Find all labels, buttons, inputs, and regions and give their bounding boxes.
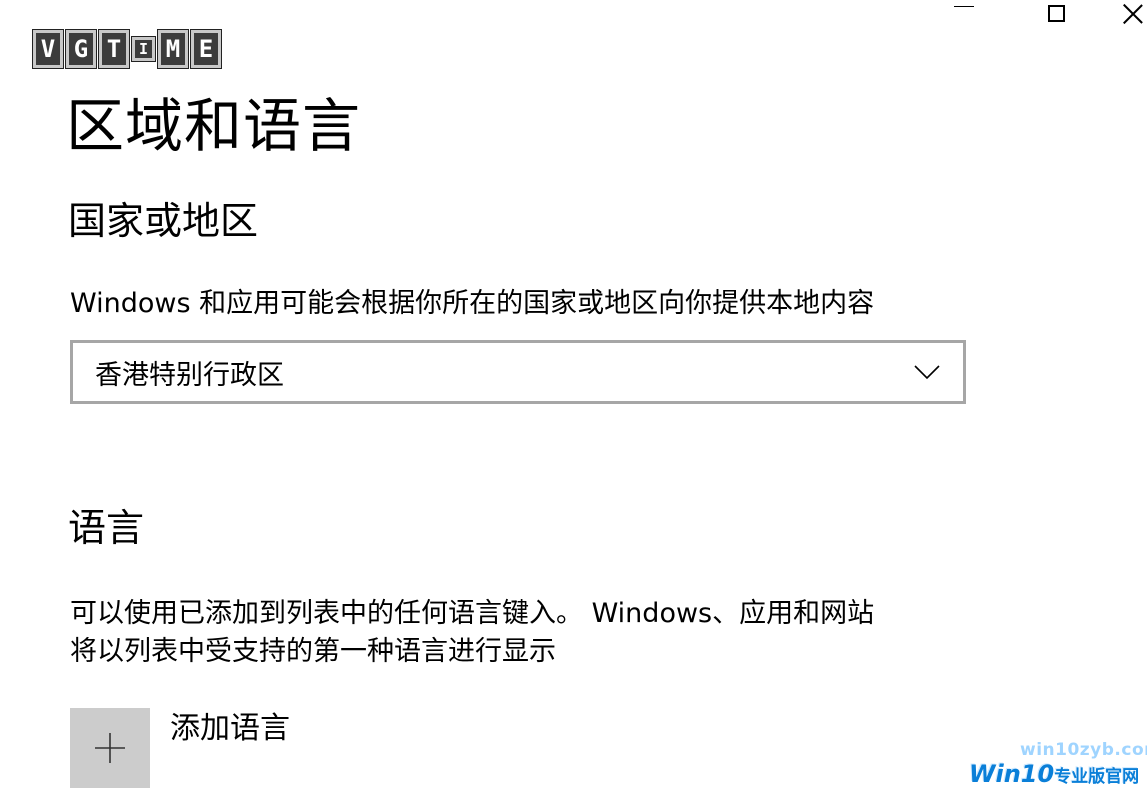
watermark-brand-suffix: 专业版官网 [1054,767,1140,787]
page-title: 区域和语言 [66,92,362,160]
close-button[interactable] [1119,0,1147,30]
plus-icon [70,708,150,788]
maximize-button[interactable] [1033,0,1079,30]
logo-letter: i [130,36,157,62]
watermark-url: win10zyb.com [1020,740,1147,760]
language-description-line: 可以使用已添加到列表中的任何语言键入。 Windows、应用和网站 [70,598,875,629]
logo-letter: e [190,29,223,69]
add-language-button[interactable]: 添加语言 [70,708,290,788]
region-heading: 国家或地区 [68,199,259,243]
region-dropdown-value: 香港特别行政区 [95,359,284,391]
watermark-brand: Win10专业版官网 [969,760,1139,788]
add-language-label: 添加语言 [170,711,290,746]
settings-window: v g t i m e 区域和语言 国家或地区 Windows 和应用可能会根据… [0,0,1147,791]
logo-letter: v [32,29,64,69]
vgtime-logo: v g t i m e [32,29,223,69]
chevron-down-icon [907,357,947,387]
language-heading: 语言 [68,506,145,550]
close-icon [1123,3,1143,23]
watermark-brand-name: Win10 [969,760,1055,788]
minimize-button[interactable] [941,0,987,30]
logo-letter: m [157,29,190,69]
region-description: Windows 和应用可能会根据你所在的国家或地区向你提供本地内容 [70,288,875,319]
region-dropdown[interactable]: 香港特别行政区 [70,340,966,404]
language-description-line: 将以列表中受支持的第一种语言进行显示 [70,636,556,667]
minimize-icon [954,5,974,7]
language-description: 可以使用已添加到列表中的任何语言键入。 Windows、应用和网站 将以列表中受… [70,595,970,671]
maximize-icon [1047,4,1065,22]
logo-letter: t [98,29,130,69]
logo-letter: g [65,29,97,69]
